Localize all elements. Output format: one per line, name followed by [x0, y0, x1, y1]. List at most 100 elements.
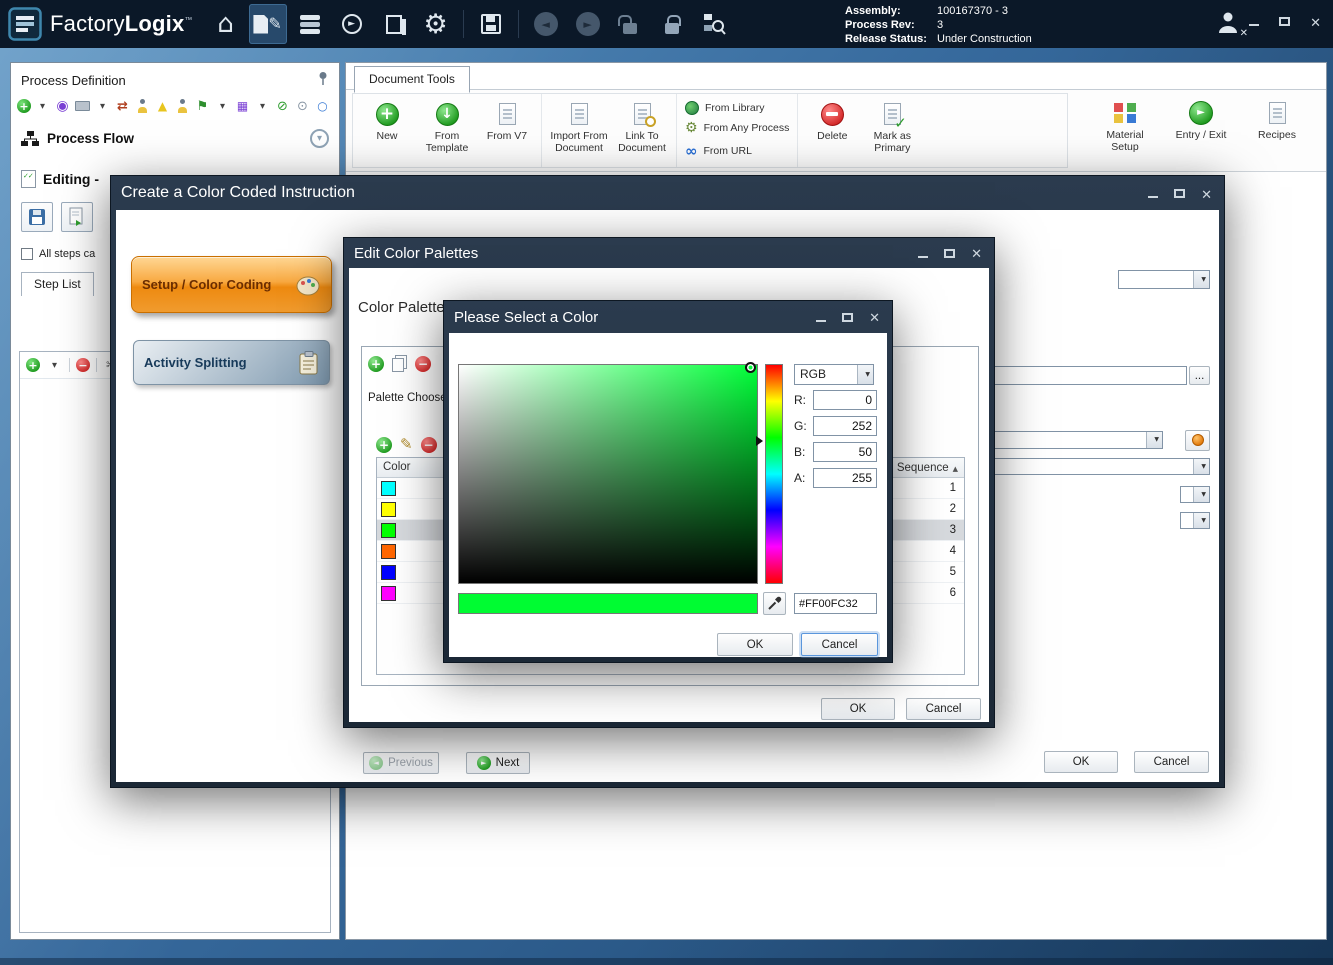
link-to-document-button[interactable]: Link To Document	[613, 96, 671, 165]
from-v7-button[interactable]: From V7	[478, 96, 536, 165]
tab-document-tools[interactable]: Document Tools	[354, 66, 470, 93]
process-flow-row[interactable]: Process Flow	[11, 117, 339, 156]
settings-gear-icon[interactable]	[417, 4, 455, 44]
remove-color-icon[interactable]	[421, 437, 437, 453]
delete-button[interactable]: Delete	[803, 96, 861, 165]
maximize-icon[interactable]	[1279, 17, 1290, 26]
dropdown-caret-icon[interactable]	[46, 356, 63, 374]
instruction-type-combo[interactable]	[1118, 270, 1210, 289]
minimize-icon[interactable]	[918, 256, 928, 258]
edit-palette-button[interactable]	[1185, 430, 1210, 451]
collapse-chevron-icon[interactable]	[310, 129, 329, 148]
entry-exit-button[interactable]: Entry / Exit	[1170, 95, 1232, 166]
next-button[interactable]: ► Next	[466, 752, 530, 774]
option-combo[interactable]	[1180, 512, 1210, 529]
copy-palette-icon[interactable]	[392, 358, 404, 372]
dispatch-icon[interactable]	[333, 4, 371, 44]
from-template-button[interactable]: From Template	[418, 96, 476, 165]
save-step-button[interactable]	[21, 202, 53, 232]
dialog-titlebar[interactable]: Edit Color Palettes	[344, 238, 994, 268]
new-button[interactable]: New	[358, 96, 416, 165]
documents-icon[interactable]	[375, 4, 413, 44]
dropdown-caret-icon[interactable]	[94, 97, 111, 115]
save-icon[interactable]	[472, 4, 510, 44]
dialog-titlebar[interactable]: Create a Color Coded Instruction	[111, 176, 1224, 210]
saturation-value-area[interactable]	[458, 364, 758, 584]
ok-button[interactable]: OK	[717, 633, 793, 656]
deploy-icon[interactable]	[234, 97, 251, 115]
hold-status-icon[interactable]	[294, 97, 311, 115]
close-icon[interactable]	[869, 308, 880, 326]
home-icon[interactable]	[207, 4, 245, 44]
active-status-icon[interactable]	[314, 97, 331, 115]
process-search-icon[interactable]	[695, 4, 733, 44]
production-layers-icon[interactable]	[291, 4, 329, 44]
pin-icon[interactable]	[317, 71, 329, 89]
user-icon[interactable]: ✕	[1215, 9, 1241, 40]
from-library-button[interactable]: From Library	[685, 100, 789, 116]
minimize-icon[interactable]	[1148, 196, 1158, 198]
add-palette-icon[interactable]	[368, 356, 384, 372]
ok-button[interactable]: OK	[1044, 751, 1118, 773]
color-mode-combo[interactable]: RGB	[794, 364, 874, 385]
close-icon[interactable]	[971, 244, 982, 262]
browse-ellipsis-button[interactable]: ...	[1189, 366, 1210, 385]
from-url-button[interactable]: From URL	[685, 141, 789, 161]
add-color-icon[interactable]	[376, 437, 392, 453]
option-combo[interactable]	[1180, 486, 1210, 503]
forward-icon[interactable]: ►	[569, 4, 607, 44]
close-icon[interactable]	[1310, 12, 1321, 31]
unlock-icon[interactable]	[611, 4, 649, 44]
navigate-icon[interactable]	[54, 97, 71, 115]
add-step-icon[interactable]	[26, 358, 40, 372]
lock-icon[interactable]	[653, 4, 691, 44]
edit-color-icon[interactable]	[400, 435, 413, 454]
sync-icon[interactable]	[114, 97, 131, 115]
dropdown-caret-icon[interactable]	[254, 97, 271, 115]
maximize-icon[interactable]	[944, 249, 955, 258]
hue-slider[interactable]	[765, 364, 783, 584]
color-cursor[interactable]	[745, 362, 756, 373]
back-icon[interactable]: ◄	[527, 4, 565, 44]
red-input[interactable]	[813, 390, 877, 410]
minimize-icon[interactable]	[1249, 24, 1259, 26]
blue-input[interactable]	[813, 442, 877, 462]
dialog-titlebar[interactable]: Please Select a Color	[444, 301, 892, 333]
process-definition-icon[interactable]: ✎	[249, 4, 287, 44]
disable-status-icon[interactable]	[274, 97, 291, 115]
setup-color-coding-button[interactable]: Setup / Color Coding	[131, 256, 332, 313]
user-assign-icon[interactable]	[134, 97, 151, 115]
maximize-icon[interactable]	[842, 313, 853, 322]
all-steps-checkbox[interactable]	[21, 248, 33, 260]
dropdown-caret-icon[interactable]	[214, 97, 231, 115]
close-icon[interactable]	[1201, 184, 1212, 203]
import-step-button[interactable]	[61, 202, 93, 232]
remove-palette-icon[interactable]	[415, 356, 431, 372]
cancel-button[interactable]: Cancel	[906, 698, 981, 720]
color-mode-combo[interactable]	[958, 458, 1210, 475]
previous-button[interactable]: ◄ Previous	[363, 752, 439, 774]
hue-slider-handle[interactable]	[756, 436, 763, 446]
mark-as-primary-button[interactable]: Mark as Primary	[863, 96, 921, 165]
print-icon[interactable]	[74, 97, 91, 115]
minimize-icon[interactable]	[816, 320, 826, 322]
maximize-icon[interactable]	[1174, 189, 1185, 198]
material-setup-button[interactable]: Material Setup	[1094, 95, 1156, 166]
flask-icon[interactable]	[154, 97, 171, 115]
alpha-input[interactable]	[813, 468, 877, 488]
remove-step-icon[interactable]	[76, 358, 90, 372]
activity-splitting-button[interactable]: Activity Splitting	[133, 340, 330, 385]
user-icon[interactable]	[174, 97, 191, 115]
dropdown-caret-icon[interactable]	[34, 97, 51, 115]
recipes-button[interactable]: Recipes	[1246, 95, 1308, 166]
tab-step-list[interactable]: Step List	[21, 272, 94, 296]
cancel-button[interactable]: Cancel	[1134, 751, 1209, 773]
eyedropper-button[interactable]	[763, 592, 786, 615]
green-input[interactable]	[813, 416, 877, 436]
import-from-document-button[interactable]: Import From Document	[547, 96, 611, 165]
sequence-column-header[interactable]: Sequence	[892, 458, 964, 477]
cancel-button[interactable]: Cancel	[801, 633, 878, 656]
from-any-process-button[interactable]: From Any Process	[685, 119, 789, 137]
hex-color-input[interactable]	[794, 593, 877, 614]
ok-button[interactable]: OK	[821, 698, 895, 720]
